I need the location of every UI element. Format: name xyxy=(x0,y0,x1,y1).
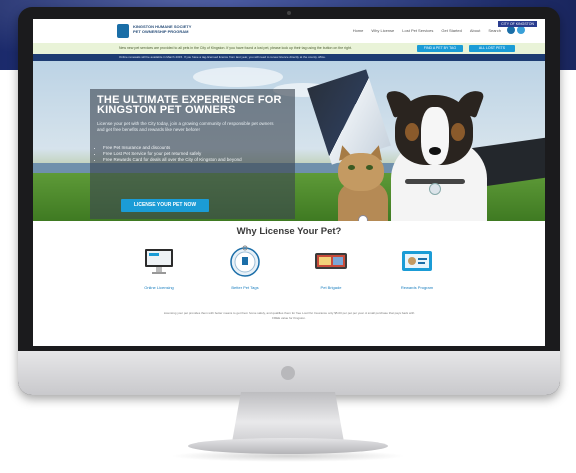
feature-label: Rewards Program xyxy=(400,285,434,290)
feature-label: Better Pet Tags xyxy=(231,285,259,290)
monitor-stand-base xyxy=(188,438,388,454)
feature-label: Pet Brigade xyxy=(320,285,342,290)
hero-banner: THE ULTIMATE EXPERIENCE FOR KINGSTON PET… xyxy=(33,61,545,221)
feature-rewards-program[interactable]: Rewards Program xyxy=(377,243,457,290)
monitor-stand xyxy=(232,392,344,442)
org-name-line2: PET OWNERSHIP PROGRAM xyxy=(133,29,189,34)
why-license-heading: Why License Your Pet? xyxy=(236,226,342,237)
hero-benefits-list: Free Pet Insurance and discounts Free Lo… xyxy=(97,145,283,163)
city-badge: CITY OF KINGSTON xyxy=(498,21,537,27)
nav-get-started[interactable]: Get Started xyxy=(441,28,461,33)
nav-search[interactable]: Search xyxy=(488,28,501,33)
rewards-card-icon xyxy=(399,243,435,279)
nav-about[interactable]: About xyxy=(470,28,480,33)
nav-home[interactable]: Home xyxy=(353,28,364,33)
twitter-icon[interactable] xyxy=(517,26,525,34)
all-lost-pets-button[interactable]: ALL LOST PETS xyxy=(469,45,515,52)
hero-title: THE ULTIMATE EXPERIENCE FOR KINGSTON PET… xyxy=(97,94,282,116)
screen: KINGSTON HUMANE SOCIETY PET OWNERSHIP PR… xyxy=(33,19,545,346)
camera-dot xyxy=(287,11,291,15)
alert-text: New new pet services are provided to all… xyxy=(119,46,352,50)
site-header: KINGSTON HUMANE SOCIETY PET OWNERSHIP PR… xyxy=(33,19,545,44)
notice-text: Online renewals will be available in Mar… xyxy=(119,55,326,59)
dog-tag-icon xyxy=(429,183,441,195)
monitor-chin xyxy=(18,351,560,395)
notice-bar: Online renewals will be available in Mar… xyxy=(33,54,545,61)
licensing-note: Licensing your pet provides them with be… xyxy=(163,311,415,320)
facebook-icon[interactable] xyxy=(507,26,515,34)
apple-logo-icon xyxy=(281,366,295,380)
pet-tag-icon xyxy=(227,243,263,279)
find-pet-by-tag-button[interactable]: FIND A PET BY TAG xyxy=(417,45,463,52)
feature-online-licensing[interactable]: Online Licensing xyxy=(119,243,199,290)
feature-better-pet-tags[interactable]: Better Pet Tags xyxy=(205,243,285,290)
hero-description: License your pet with the City today, jo… xyxy=(97,121,274,132)
feature-pet-brigade[interactable]: Pet Brigade xyxy=(291,243,371,290)
brigade-icon xyxy=(313,243,349,279)
site-logo-icon[interactable] xyxy=(117,24,129,38)
site-logo-text[interactable]: KINGSTON HUMANE SOCIETY PET OWNERSHIP PR… xyxy=(133,24,213,34)
license-your-pet-button[interactable]: LICENSE YOUR PET NOW xyxy=(121,199,209,212)
cat-tag-icon xyxy=(358,215,368,221)
main-nav: Home Why License Lost Pet Services Get S… xyxy=(353,28,501,33)
nav-lost-pet-services[interactable]: Lost Pet Services xyxy=(402,28,433,33)
feature-label: Online Licensing xyxy=(144,285,174,290)
benefit-item: Free Rewards Card for deals all over the… xyxy=(103,157,283,163)
monitor-icon xyxy=(141,243,177,279)
nav-why-license[interactable]: Why License xyxy=(371,28,394,33)
